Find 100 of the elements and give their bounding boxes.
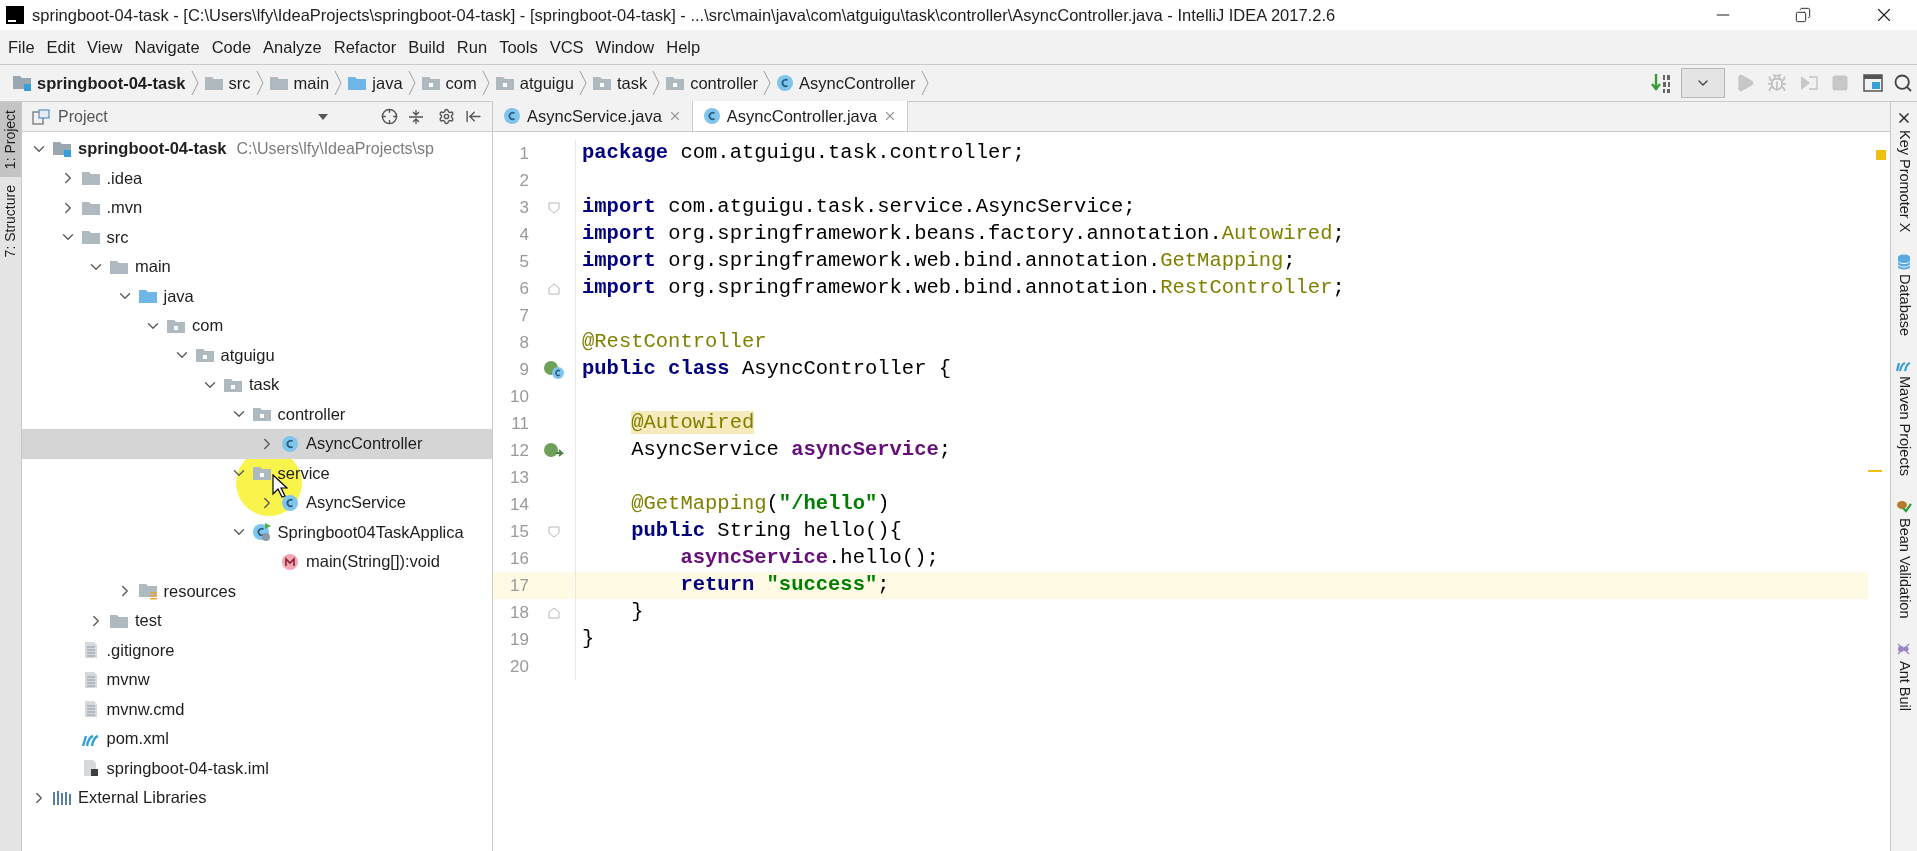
tree-item[interactable]: AsyncController — [22, 429, 492, 459]
tree-item-label: AsyncService — [306, 492, 406, 514]
tree-item[interactable]: controller — [22, 399, 492, 429]
breadcrumb-item[interactable]: springboot-04-task — [12, 70, 186, 96]
build-icon[interactable] — [1651, 72, 1673, 94]
tree-item-label: mvnw.cmd — [106, 698, 185, 720]
breadcrumb-item[interactable]: com — [420, 70, 477, 96]
tree-item-label: Springboot04TaskApplica — [277, 521, 464, 543]
tree-item[interactable]: mvnw.cmd — [22, 694, 492, 724]
resources-folder-icon — [137, 582, 158, 601]
tree-item[interactable]: atguigu — [22, 340, 492, 370]
module-file-icon — [81, 759, 100, 778]
text-file-icon — [82, 700, 99, 719]
breadcrumb-item[interactable]: controller — [665, 70, 759, 96]
menu-item[interactable]: Code — [205, 34, 258, 60]
tree-item[interactable]: AsyncService — [22, 488, 492, 518]
line-number: 17 — [509, 574, 530, 597]
tree-item-label: test — [135, 610, 162, 632]
project-structure-icon[interactable] — [1863, 73, 1883, 93]
locate-icon[interactable] — [381, 108, 398, 125]
tree-item[interactable]: resources — [22, 576, 492, 606]
menu-item[interactable]: Refactor — [327, 34, 403, 60]
tool-window-tab[interactable]: Key Promoter X — [1891, 102, 1917, 247]
tree-item[interactable]: .idea — [22, 163, 492, 193]
menu-item[interactable]: Tools — [493, 34, 544, 60]
tool-window-tab[interactable]: Bean Validation — [1891, 490, 1917, 633]
editor-tab[interactable]: AsyncService.java — [493, 101, 693, 131]
tree-item[interactable]: Springboot04TaskApplica — [22, 517, 492, 547]
package-icon — [223, 376, 243, 393]
tree-item-label: .gitignore — [106, 639, 175, 661]
tree-item[interactable]: External Libraries — [22, 783, 492, 813]
menu-item[interactable]: Edit — [40, 34, 82, 60]
tool-window-tab[interactable]: Maven Projects — [1891, 350, 1917, 491]
menu-item[interactable]: File — [2, 34, 41, 60]
folder-icon — [268, 75, 289, 91]
menu-item[interactable]: Run — [450, 34, 494, 60]
line-number: 13 — [509, 466, 530, 489]
package-icon — [420, 75, 441, 91]
tool-window-tab[interactable]: 1: Project — [0, 102, 21, 178]
breadcrumb-item[interactable]: task — [591, 70, 648, 96]
tree-item[interactable]: .mvn — [22, 193, 492, 223]
menu-item[interactable]: View — [81, 34, 129, 60]
package-icon — [591, 75, 612, 91]
settings-icon[interactable] — [438, 108, 455, 125]
folder-icon — [137, 288, 158, 305]
breadcrumb-item[interactable]: java — [347, 70, 403, 96]
breadcrumb-item[interactable]: main — [268, 70, 330, 96]
project-view-icon — [32, 108, 50, 125]
code-line: } — [582, 626, 595, 653]
tree-item[interactable]: main(String[]):void — [22, 547, 492, 577]
search-icon[interactable] — [1893, 73, 1913, 93]
tree-item-label: .mvn — [106, 197, 143, 219]
tree-item-label: pom.xml — [106, 728, 169, 750]
editor-tab[interactable]: AsyncController.java — [692, 101, 909, 131]
tool-window-tab[interactable]: Database — [1891, 246, 1917, 351]
tree-item[interactable]: main — [22, 252, 492, 282]
line-number: 15 — [509, 520, 530, 543]
dropdown-caret-icon[interactable] — [317, 112, 329, 121]
tree-item[interactable]: task — [22, 370, 492, 400]
tree-item[interactable]: .gitignore — [22, 635, 492, 665]
window-title: springboot-04-task - [C:\Users\lfy\IdeaProjects\springboot-04-task] - [springboot-04-task] - ...\src\main\java\com\atguigu\task\controller\AsyncController.java - IntelliJ IDEA 2017.2.6 — [32, 4, 1336, 26]
menu-item[interactable]: Window — [589, 34, 661, 60]
package-icon — [494, 75, 515, 91]
line-number: 10 — [509, 385, 530, 408]
line-number: 7 — [518, 304, 530, 327]
tree-item[interactable]: com — [22, 311, 492, 341]
menu-item[interactable]: Build — [402, 34, 451, 60]
menu-item[interactable]: Help — [660, 34, 707, 60]
tree-item[interactable]: springboot-04-task C:\Users\lfy\IdeaProjects\sp — [22, 134, 492, 164]
tree-item[interactable]: java — [22, 281, 492, 311]
code-line: AsyncService asyncService; — [630, 437, 952, 464]
package-icon — [251, 406, 272, 423]
tree-item[interactable]: mvnw — [22, 665, 492, 695]
tool-window-tab[interactable]: Ant Buil — [1891, 632, 1917, 725]
tree-item-label: AsyncController — [306, 433, 423, 455]
tool-window-tab[interactable]: 7: Structure — [0, 177, 21, 266]
code-line: asyncService.hello(); — [679, 545, 939, 572]
folder-icon — [109, 612, 129, 629]
tree-item[interactable]: test — [22, 606, 492, 636]
breadcrumb-separator-icon — [762, 70, 773, 96]
collapse-all-icon[interactable] — [408, 108, 424, 125]
line-number: 18 — [509, 601, 530, 624]
tree-item-label: main(String[]):void — [306, 551, 440, 573]
menu-item[interactable]: Analyze — [257, 34, 328, 60]
spring-bean-class-icon[interactable] — [543, 359, 565, 380]
breadcrumb-item[interactable]: atguigu — [494, 70, 574, 96]
tree-item[interactable]: src — [22, 222, 492, 252]
menu-item[interactable]: Navigate — [128, 34, 206, 60]
line-number: 19 — [509, 628, 530, 651]
breadcrumb-item[interactable]: AsyncController — [776, 70, 916, 96]
tree-item[interactable]: pom.xml — [22, 724, 492, 754]
menu-item[interactable]: VCS — [543, 34, 590, 60]
folder-icon — [347, 75, 368, 91]
class-icon — [503, 107, 521, 125]
close-cross-icon — [1896, 110, 1912, 126]
tree-item[interactable]: springboot-04-task.iml — [22, 753, 492, 783]
code-line: package com.atguigu.task.controller; — [582, 140, 1025, 167]
hide-panel-icon[interactable] — [465, 108, 482, 125]
restore-icon[interactable] — [1795, 7, 1811, 23]
breadcrumb-item[interactable]: src — [203, 70, 251, 96]
